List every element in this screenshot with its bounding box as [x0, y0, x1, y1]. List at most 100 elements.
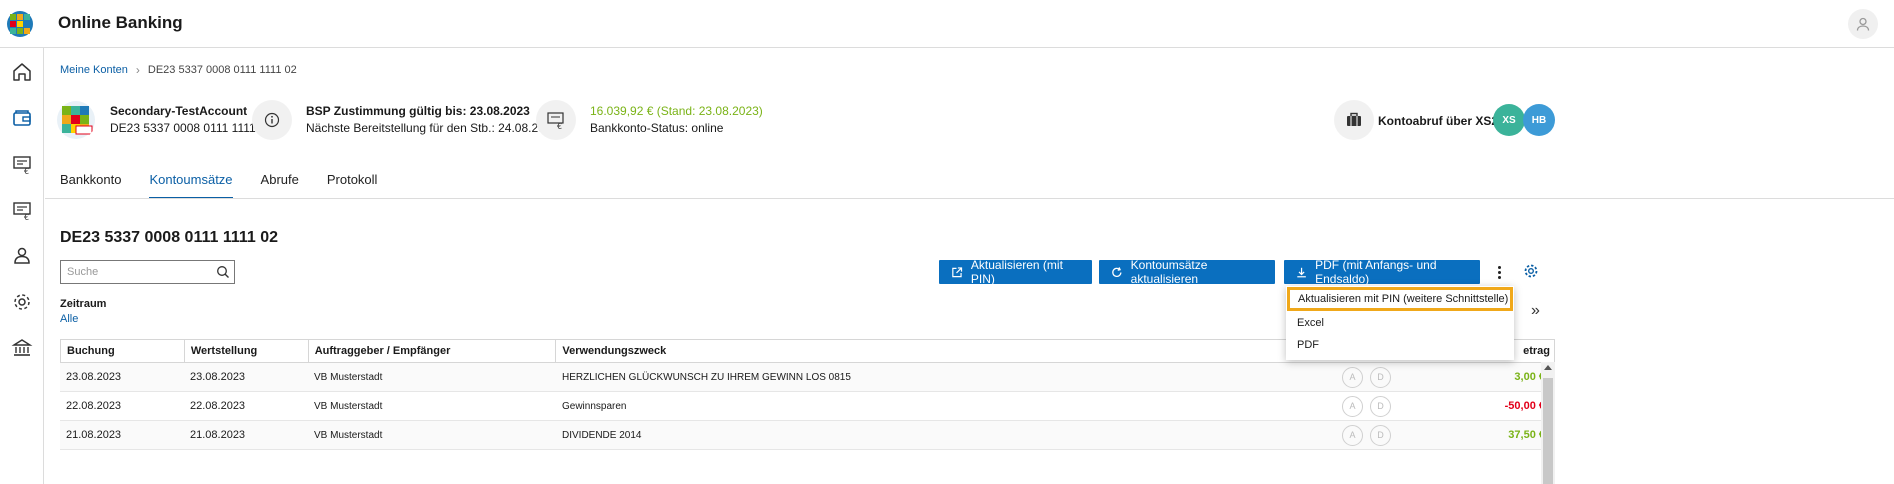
table-scrollbar[interactable]	[1541, 362, 1555, 484]
main-content: Meine Konten › DE23 5337 0008 0111 1111 …	[45, 48, 1894, 484]
app-logo-icon[interactable]	[6, 10, 34, 38]
receipt-euro-icon: €	[13, 202, 31, 221]
cell-verwendungszweck: Gewinnsparen	[562, 400, 627, 412]
balance-value: 16.039,92 € (Stand: 23.08.2023)	[590, 104, 763, 118]
bsp-info: BSP Zustimmung gültig bis: 23.08.2023 Nä…	[252, 100, 558, 140]
pdf-export-button[interactable]: PDF (mit Anfangs- und Endsaldo)	[1284, 258, 1480, 286]
pdf-export-label: PDF (mit Anfangs- und Endsaldo)	[1315, 258, 1437, 286]
kebab-icon[interactable]	[1491, 261, 1507, 283]
column-header-auftraggeber[interactable]: Auftraggeber / Empfänger	[309, 340, 557, 362]
cell-wertstellung: 21.08.2023	[190, 429, 246, 441]
tab-bar: Bankkonto Kontoumsätze Abrufe Protokoll	[60, 172, 405, 199]
attachment-d-icon[interactable]: D	[1370, 366, 1391, 388]
column-header-wertstellung[interactable]: Wertstellung	[185, 340, 309, 362]
breadcrumb-link-konten[interactable]: Meine Konten	[60, 64, 128, 76]
cell-betrag: -50,00 €	[1504, 400, 1545, 412]
attachment-d-icon[interactable]: D	[1370, 424, 1391, 446]
refresh-with-pin-label: Aktualisieren (mit PIN)	[970, 258, 1063, 286]
sidebar-item-bank[interactable]	[0, 326, 44, 370]
cell-wertstellung: 23.08.2023	[190, 371, 246, 383]
table-row[interactable]: 23.08.2023 23.08.2023 VB Musterstadt HER…	[60, 363, 1555, 392]
chevron-right-icon: ›	[135, 63, 140, 77]
tab-bankkonto[interactable]: Bankkonto	[60, 172, 121, 199]
account-status: Bankkonto-Status: online	[590, 121, 724, 135]
cell-buchung: 22.08.2023	[66, 400, 122, 412]
double-chevron-right-icon[interactable]: »	[1531, 302, 1540, 320]
account-logo	[56, 100, 96, 140]
sidebar-item-invoices[interactable]: €	[0, 142, 44, 186]
top-bar: Online Banking	[0, 0, 1894, 48]
cell-auftraggeber: VB Musterstadt	[314, 400, 383, 412]
page-title: DE23 5337 0008 0111 1111 02	[60, 229, 279, 246]
sidebar-item-profile[interactable]	[0, 234, 44, 278]
cell-wertstellung: 22.08.2023	[190, 400, 246, 412]
refresh-transactions-label: Kontoumsätze aktualisieren	[1130, 258, 1208, 286]
briefcase-icon	[1334, 100, 1374, 140]
menu-item-excel[interactable]: Excel	[1286, 312, 1514, 334]
user-icon	[14, 247, 30, 264]
table-row[interactable]: 21.08.2023 21.08.2023 VB Musterstadt DIV…	[60, 421, 1555, 450]
cell-verwendungszweck: HERZLICHEN GLÜCKWUNSCH ZU IHREM GEWINN L…	[562, 371, 851, 383]
cell-buchung: 23.08.2023	[66, 371, 122, 383]
tab-divider	[45, 198, 1894, 199]
cell-auftraggeber: VB Musterstadt	[314, 429, 383, 441]
bsp-subtitle: Nächste Bereitstellung für den Stb.: 24.…	[306, 121, 559, 135]
column-header-betrag[interactable]: etrag	[1523, 340, 1554, 362]
sidebar-item-home[interactable]	[0, 50, 44, 94]
info-icon[interactable]	[252, 100, 292, 140]
sidebar-item-settings[interactable]	[0, 280, 44, 324]
search-icon[interactable]	[216, 265, 230, 279]
download-icon	[1297, 267, 1306, 277]
settings-icon	[14, 294, 30, 310]
balance-info: € 16.039,92 € (Stand: 23.08.2023) Bankko…	[536, 100, 763, 140]
invoice-euro-icon: €	[13, 156, 31, 175]
receipt-euro-icon: €	[536, 100, 576, 140]
more-actions-dropdown: Aktualisieren mit PIN (weitere Schnittst…	[1286, 286, 1514, 360]
tab-protokoll[interactable]: Protokoll	[327, 172, 378, 199]
refresh-transactions-button[interactable]: Kontoumsätze aktualisieren	[1099, 258, 1275, 286]
refresh-icon	[1112, 266, 1122, 277]
tab-abrufe[interactable]: Abrufe	[261, 172, 299, 199]
sidebar-item-receipts[interactable]: €	[0, 188, 44, 232]
attachment-a-icon[interactable]: A	[1342, 424, 1363, 446]
bsp-title: BSP Zustimmung gültig bis: 23.08.2023	[306, 104, 530, 118]
svg-text:€: €	[557, 122, 562, 130]
app-title: Online Banking	[58, 13, 183, 32]
table-row[interactable]: 22.08.2023 22.08.2023 VB Musterstadt Gew…	[60, 392, 1555, 421]
home-icon	[13, 63, 31, 81]
breadcrumb: Meine Konten › DE23 5337 0008 0111 1111 …	[60, 63, 297, 77]
cell-betrag: 37,50 €	[1508, 429, 1545, 441]
cell-buchung: 21.08.2023	[66, 429, 122, 441]
tab-kontoumsaetze[interactable]: Kontoumsätze	[149, 172, 233, 199]
bank-icon	[11, 339, 33, 356]
breadcrumb-current: DE23 5337 0008 0111 1111 02	[147, 64, 297, 76]
avatar-xs[interactable]: XS	[1493, 104, 1525, 136]
account-summary: Secondary-TestAccount DE23 5337 0008 011…	[56, 100, 272, 140]
external-link-icon	[952, 266, 963, 277]
menu-item-pdf[interactable]: PDF	[1286, 334, 1514, 356]
scroll-up-icon[interactable]	[1544, 365, 1552, 370]
column-header-buchung[interactable]: Buchung	[61, 340, 185, 362]
zeitraum-label: Zeitraum	[60, 298, 107, 310]
account-name: Secondary-TestAccount	[110, 104, 248, 118]
xs2a-label: Kontoabruf über XS2A	[1378, 114, 1507, 128]
account-iban: DE23 5337 0008 0111 1111 02	[110, 121, 273, 135]
attachment-d-icon[interactable]: D	[1370, 395, 1391, 417]
menu-item-refresh-pin-other-interface[interactable]: Aktualisieren mit PIN (weitere Schnittst…	[1287, 287, 1513, 311]
svg-text:€: €	[24, 167, 29, 175]
wallet-icon	[13, 110, 31, 126]
svg-text:€: €	[24, 213, 29, 221]
attachment-a-icon[interactable]: A	[1342, 395, 1363, 417]
attachment-a-icon[interactable]: A	[1342, 366, 1363, 388]
gear-icon[interactable]	[1523, 263, 1539, 279]
sidebar-item-accounts[interactable]	[0, 96, 44, 140]
scrollbar-thumb[interactable]	[1543, 378, 1553, 484]
search-input[interactable]	[67, 266, 207, 278]
search-box[interactable]	[60, 260, 235, 284]
cell-auftraggeber: VB Musterstadt	[314, 371, 383, 383]
user-menu-icon[interactable]	[1848, 9, 1878, 39]
cell-verwendungszweck: DIVIDENDE 2014	[562, 429, 642, 441]
avatar-hb[interactable]: HB	[1523, 104, 1555, 136]
refresh-with-pin-button[interactable]: Aktualisieren (mit PIN)	[939, 258, 1092, 286]
zeitraum-value[interactable]: Alle	[60, 313, 78, 325]
